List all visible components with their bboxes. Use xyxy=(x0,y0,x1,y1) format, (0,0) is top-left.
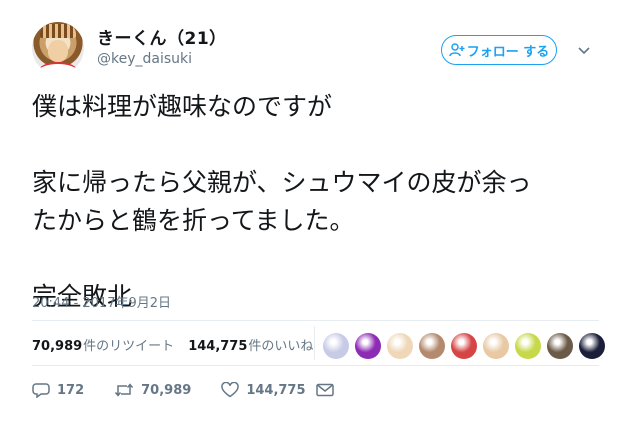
liker-avatar-8[interactable] xyxy=(547,333,573,359)
follow-button-label: フォロー する xyxy=(466,44,550,60)
tweet-actions: 172 70,989 144,775 xyxy=(32,382,364,398)
heart-icon xyxy=(221,382,240,398)
like-stat[interactable]: 144,775件のいいね xyxy=(188,335,313,354)
like-stat-label: 件のいいね xyxy=(248,339,314,354)
tweet-text: 僕は料理が趣味なのですが 家に帰ったら父親が、シュウマイの皮が余っ たからと鶴を… xyxy=(32,88,612,316)
tweet-line: たからと鶴を折ってました。 xyxy=(32,206,355,235)
message-button[interactable] xyxy=(315,383,334,397)
tweet-line: 家に帰ったら父親が、シュウマイの皮が余っ xyxy=(32,168,532,197)
tweet-line: 僕は料理が趣味なのですが xyxy=(32,92,333,121)
avatar-body xyxy=(38,62,78,74)
avatar-headdress xyxy=(40,24,76,38)
follow-button[interactable]: フォロー する xyxy=(441,35,557,65)
like-button[interactable]: 144,775 xyxy=(221,382,306,398)
reply-count: 172 xyxy=(57,382,85,398)
retweet-stat[interactable]: 70,989件のリツイート xyxy=(32,335,174,354)
envelope-icon xyxy=(315,383,334,397)
liker-avatar-3[interactable] xyxy=(387,333,413,359)
divider xyxy=(32,365,599,366)
retweet-count: 70,989 xyxy=(141,382,192,398)
retweet-stat-count: 70,989 xyxy=(32,339,83,354)
retweet-icon xyxy=(114,382,134,398)
user-handle[interactable]: @key_daisuki xyxy=(97,51,192,67)
liker-avatar-4[interactable] xyxy=(419,333,445,359)
tweet-stats: 70,989件のリツイート 144,775件のいいね xyxy=(32,335,313,354)
like-count: 144,775 xyxy=(246,382,306,398)
reply-button[interactable]: 172 xyxy=(32,382,84,398)
reply-icon xyxy=(32,382,50,398)
liker-avatar-9[interactable] xyxy=(579,333,605,359)
tweet-card: きーくん（21） @key_daisuki フォロー する 僕は料理が趣味なので… xyxy=(0,0,631,425)
avatar[interactable] xyxy=(32,22,84,74)
avatar-face xyxy=(48,40,68,62)
divider xyxy=(32,320,599,321)
display-name[interactable]: きーくん（21） xyxy=(97,24,227,49)
retweet-stat-label: 件のリツイート xyxy=(83,339,175,354)
chevron-down-icon[interactable] xyxy=(577,42,591,56)
liker-avatars xyxy=(323,333,605,359)
retweet-button[interactable]: 70,989 xyxy=(114,382,191,398)
liker-avatar-1[interactable] xyxy=(323,333,349,359)
add-person-icon xyxy=(448,43,465,57)
tweet-timestamp[interactable]: 20:44 - 2017年9月2日 xyxy=(32,292,171,311)
like-stat-count: 144,775 xyxy=(188,339,248,354)
liker-avatar-7[interactable] xyxy=(515,333,541,359)
liker-avatar-6[interactable] xyxy=(483,333,509,359)
liker-avatar-5[interactable] xyxy=(451,333,477,359)
liker-avatar-2[interactable] xyxy=(355,333,381,359)
stats-divider xyxy=(314,326,315,360)
